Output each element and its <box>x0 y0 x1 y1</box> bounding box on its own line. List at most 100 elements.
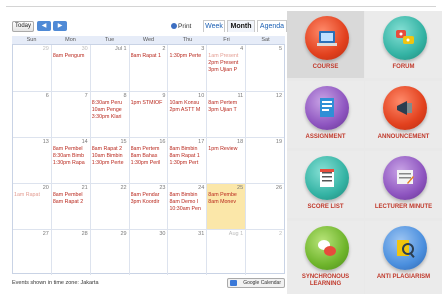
day-cell[interactable]: 10 10am Konsu 2pm ASTT M <box>167 92 206 137</box>
day-number: 16 <box>159 139 166 145</box>
calendar-event[interactable]: 8am Rapat 1 <box>169 153 206 159</box>
calendar-event[interactable]: 10am Bimbin <box>92 153 129 159</box>
calendar-event[interactable]: 8am Monev <box>208 199 245 205</box>
module-label: LECTURER MINUTE <box>374 204 433 210</box>
calendar-event[interactable]: 10:30am Pen <box>169 206 206 212</box>
module-synchronous-learning[interactable]: SYNCHRONOUS LEARNING <box>287 221 364 294</box>
calendar-event[interactable]: 10am Penge <box>92 107 129 113</box>
day-cell[interactable]: 9 1pm STMIOF <box>128 92 168 137</box>
day-cell[interactable]: 8 8:30am Peru 10am Penge 3:30pm Klari <box>89 92 129 137</box>
day-number: 15 <box>120 139 127 145</box>
day-cell[interactable]: 21 8am Pembel 8am Rapat 2 <box>50 184 90 229</box>
day-cell[interactable]: 23 8am Pendar 3pm Koordir <box>128 184 168 229</box>
day-number: 17 <box>198 139 205 145</box>
weekday-label: Sat <box>261 37 270 43</box>
google-calendar-button[interactable]: Google Calendar <box>227 278 285 288</box>
calendar-event[interactable]: 8am Pendar <box>131 192 168 198</box>
day-number: 12 <box>275 93 283 99</box>
day-cell[interactable]: 17 8am Bimbin 8am Rapat 1 1:30pm Pert <box>167 138 206 183</box>
day-cell[interactable]: 26 <box>245 184 284 229</box>
day-cell[interactable]: 15 8am Rapat 2 10am Bimbin 1:30pm Perte <box>89 138 129 183</box>
day-cell[interactable]: 27 <box>13 230 51 275</box>
calendar-event[interactable]: 8am Pembel <box>53 192 90 198</box>
day-cell[interactable]: 14 8am Pembel 8:30am Bimb 1:30pm Rapa <box>50 138 90 183</box>
calendar-event[interactable]: 8am Demo I <box>169 199 206 205</box>
calendar-event[interactable]: 1:30pm Perte <box>169 53 206 59</box>
module-forum[interactable]: FORUM <box>365 11 442 78</box>
calendar-event[interactable]: 1am Present <box>208 53 245 59</box>
day-cell[interactable]: 13 <box>13 138 51 183</box>
day-cell[interactable]: 11 8am Pertem 3pm Ujian T <box>206 92 245 137</box>
day-cell[interactable]: Aug 1 <box>206 230 245 275</box>
calendar-event[interactable]: 8am Pengum <box>53 53 90 59</box>
day-cell[interactable]: 5 <box>245 45 284 91</box>
calendar-event[interactable]: 1am Rapat <box>14 192 51 198</box>
module-score-list[interactable]: SCORE LIST <box>287 151 364 218</box>
calendar-event[interactable]: 1:30pm Peril <box>131 160 168 166</box>
day-cell[interactable]: 20 1am Rapat <box>13 184 51 229</box>
calendar-event[interactable]: 3pm Ujian P <box>208 67 245 73</box>
calendar-event[interactable]: 8am Rapat 1 <box>131 53 168 59</box>
day-cell[interactable]: 16 8am Pertem 8am Bahas 1:30pm Peril <box>128 138 168 183</box>
calendar-event[interactable]: 8am Bimbin <box>169 192 206 198</box>
day-cell[interactable]: Jul 1 <box>89 45 129 91</box>
day-cell[interactable]: 2 8am Rapat 1 <box>128 45 168 91</box>
day-cell[interactable]: 7 <box>50 92 90 137</box>
calendar-event[interactable]: 10am Konsu <box>169 100 206 106</box>
day-cell[interactable]: 29 <box>13 45 51 91</box>
prev-month-button[interactable]: ◀ <box>37 21 51 31</box>
module-assignment[interactable]: ASSIGNMENT <box>287 81 364 148</box>
print-label: Print <box>178 23 192 30</box>
anti-plagiarism-icon <box>383 226 427 270</box>
calendar-event[interactable]: 3pm Ujian T <box>208 107 245 113</box>
calendar-event[interactable]: 3pm Koordir <box>131 199 168 205</box>
calendar-event[interactable]: 2pm ASTT M <box>169 107 206 113</box>
day-cell[interactable]: 18 1pm Review <box>206 138 245 183</box>
day-cell-today[interactable]: 25 8am Pembe 8am Monev <box>206 184 246 229</box>
day-cell[interactable]: 19 <box>245 138 284 183</box>
day-cell[interactable]: 24 8am Bimbin 8am Demo I 10:30am Pen <box>167 184 206 229</box>
day-cell[interactable]: 6 <box>13 92 51 137</box>
calendar-event[interactable]: 1pm STMIOF <box>131 100 168 106</box>
calendar-event[interactable]: 8am Pembe <box>208 192 245 198</box>
calendar-event[interactable]: 1:30pm Perte <box>92 160 129 166</box>
day-number: 13 <box>42 139 49 145</box>
day-cell[interactable]: 22 <box>89 184 129 229</box>
day-cell[interactable]: 4 1am Present 2pm Present 3pm Ujian P <box>206 45 245 91</box>
calendar-event[interactable]: 8am Pertem <box>131 146 168 152</box>
next-month-button[interactable]: ▶ <box>53 21 67 31</box>
calendar-event[interactable]: 1:30pm Rapa <box>53 160 90 166</box>
day-number: 5 <box>278 46 283 52</box>
calendar-event[interactable]: 8:30am Peru <box>92 100 129 106</box>
print-link[interactable]: Print <box>171 21 201 32</box>
module-label-line: LEARNING <box>309 281 342 287</box>
day-cell[interactable]: 28 <box>50 230 90 275</box>
calendar-event[interactable]: 3:30pm Klari <box>92 114 129 120</box>
module-announcement[interactable]: ANNOUNCEMENT <box>365 81 442 148</box>
weekday-label: Sun <box>26 37 37 43</box>
day-cell[interactable]: 12 <box>245 92 284 137</box>
module-course[interactable]: COURSE <box>287 11 364 78</box>
calendar-event[interactable]: 8am Bimbin <box>169 146 206 152</box>
day-cell[interactable]: 2 <box>245 230 284 275</box>
tab-month[interactable]: Month <box>227 20 255 32</box>
calendar-event[interactable]: 8:30am Bimb <box>53 153 90 159</box>
day-cell[interactable]: 31 <box>167 230 206 275</box>
calendar-event[interactable]: 8am Rapat 2 <box>53 199 90 205</box>
today-button[interactable]: Today <box>12 21 34 32</box>
calendar-event[interactable]: 1pm Review <box>208 146 245 152</box>
calendar-event[interactable]: 8am Pembel <box>53 146 90 152</box>
tab-agenda[interactable]: Agenda <box>257 20 287 32</box>
tab-week[interactable]: Week <box>203 20 225 32</box>
day-cell[interactable]: 30 <box>128 230 168 275</box>
day-cell[interactable]: 29 <box>89 230 129 275</box>
calendar-event[interactable]: 1:30pm Pert <box>169 160 206 166</box>
calendar-event[interactable]: 8am Bahas <box>131 153 168 159</box>
module-anti-plagiarism[interactable]: ANTI PLAGIARISM <box>365 221 442 294</box>
module-lecturer-minute[interactable]: LECTURER MINUTE <box>365 151 442 218</box>
day-cell[interactable]: 30 8am Pengum <box>50 45 90 91</box>
calendar-event[interactable]: 2pm Present <box>208 60 245 66</box>
calendar-event[interactable]: 8am Pertem <box>208 100 245 106</box>
day-cell[interactable]: 3 1:30pm Perte <box>167 45 206 91</box>
calendar-event[interactable]: 8am Rapat 2 <box>92 146 129 152</box>
